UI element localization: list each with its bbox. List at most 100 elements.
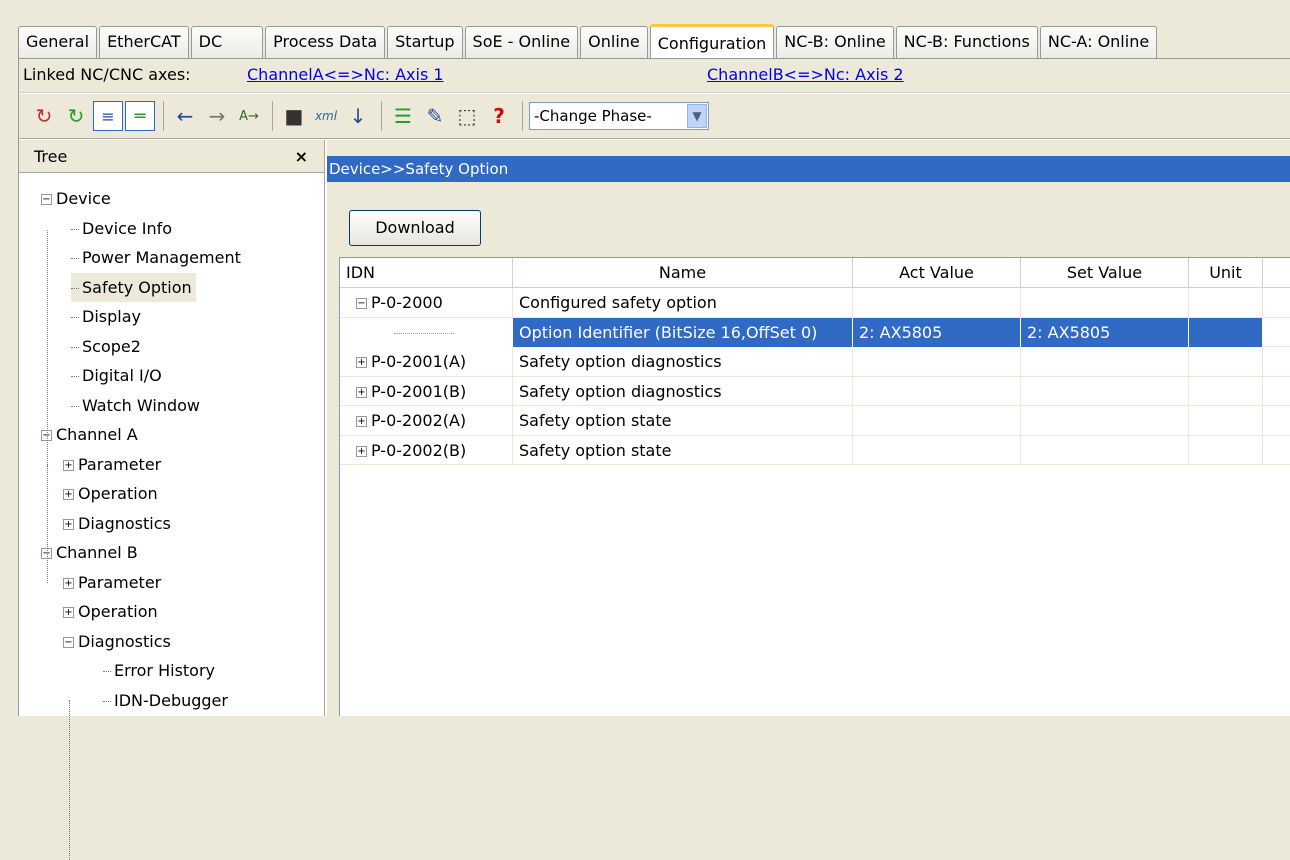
- toolbar: ↻ ↻ ≡ ═ ← → A→ ■ xml ↓ ☰ ✎ ⬚ ? -Change P…: [19, 94, 1290, 139]
- tab-process-data[interactable]: Process Data: [265, 26, 386, 58]
- refresh-green-icon[interactable]: ↻: [61, 101, 91, 131]
- expand-icon[interactable]: +: [356, 416, 367, 427]
- tree-item-label: IDN-Debugger: [114, 690, 228, 710]
- tab-nc-b-functions[interactable]: NC-B: Functions: [895, 26, 1038, 58]
- tree-item[interactable]: Safety Option: [71, 272, 196, 302]
- cell-idn: + P-0-2002(A): [340, 406, 513, 435]
- tree-item-label: Parameter: [78, 454, 162, 474]
- tab-online[interactable]: Online: [580, 26, 648, 58]
- cell-idn: + P-0-2002(B): [340, 435, 513, 465]
- edit-icon[interactable]: ✎: [420, 101, 450, 131]
- select-icon[interactable]: ⬚: [452, 101, 482, 131]
- linked-axes-label: Linked NC/CNC axes:: [23, 65, 191, 84]
- cell-idn: − P-0-2000: [340, 288, 513, 317]
- tree-item[interactable]: + Diagnostics: [63, 509, 171, 538]
- tab-general[interactable]: General: [18, 26, 98, 58]
- table-row[interactable]: + P-0-2002(A) Safety option state: [340, 406, 1290, 436]
- tree-item[interactable]: − Channel A: [41, 420, 138, 449]
- tab-nc-a-online[interactable]: NC-A: Online: [1039, 26, 1158, 58]
- xml-icon[interactable]: xml: [311, 101, 341, 131]
- toolbar-separator: [381, 101, 382, 131]
- table-row[interactable]: + P-0-2002(B) Safety option state: [340, 435, 1290, 465]
- table-row[interactable]: + P-0-2001(B) Safety option diagnostics: [340, 376, 1290, 406]
- expand-icon[interactable]: +: [63, 459, 74, 471]
- cell-act: [853, 435, 1021, 465]
- expand-icon[interactable]: +: [63, 489, 74, 500]
- link-channel-a[interactable]: ChannelA<=>Nc: Axis 1: [247, 65, 444, 84]
- idn-label: P-0-2001(B): [371, 381, 467, 401]
- tab-configuration[interactable]: Configuration: [649, 24, 775, 59]
- tree-item[interactable]: + Parameter: [63, 568, 161, 597]
- chevron-down-icon[interactable]: ▼: [687, 104, 707, 128]
- tree-item-label: Error History: [114, 661, 216, 680]
- checklist-icon[interactable]: ☰: [388, 101, 418, 131]
- download-button[interactable]: Download: [349, 210, 481, 246]
- tree-item[interactable]: + Operation: [63, 597, 158, 626]
- column-header-set-value[interactable]: Set Value: [1021, 258, 1189, 288]
- tree-item-label: Parameter: [78, 572, 162, 592]
- tree-item-label: Channel B: [56, 543, 138, 562]
- tree-item[interactable]: Error History: [103, 656, 215, 685]
- tab-nc-b-online[interactable]: NC-B: Online: [776, 26, 894, 58]
- expand-icon[interactable]: +: [356, 445, 367, 457]
- expand-icon[interactable]: +: [63, 577, 74, 589]
- table-row[interactable]: + P-0-2001(A) Safety option diagnostics: [340, 347, 1290, 377]
- tree-item[interactable]: + Operation: [63, 479, 158, 508]
- tree-item[interactable]: − Channel B: [41, 538, 138, 567]
- tree-view-icon[interactable]: ≡: [93, 101, 123, 131]
- grid-header: IDN Name Act Value Set Value Unit: [340, 258, 1290, 288]
- cell-name: Configured safety option: [513, 288, 853, 317]
- tab-soe-online[interactable]: SoE - Online: [464, 26, 579, 58]
- tree-item[interactable]: Watch Window: [71, 391, 200, 420]
- tree-item[interactable]: Device Info: [71, 214, 172, 243]
- expand-icon[interactable]: +: [63, 518, 74, 530]
- help-icon[interactable]: ?: [484, 101, 514, 131]
- cell-act: [853, 376, 1021, 406]
- change-phase-value: -Change Phase-: [534, 107, 652, 125]
- column-header-idn[interactable]: IDN: [340, 258, 513, 288]
- tree-item[interactable]: Display: [71, 302, 141, 331]
- tree-item[interactable]: Scope2: [71, 332, 141, 361]
- link-channel-b[interactable]: ChannelB<=>Nc: Axis 2: [707, 65, 904, 84]
- split-view-icon[interactable]: ═: [125, 101, 155, 131]
- tree-connector: [71, 346, 79, 348]
- close-icon[interactable]: ×: [295, 147, 308, 166]
- breadcrumb: Device>>Safety Option: [327, 156, 1290, 182]
- cell-name: Safety option diagnostics: [513, 347, 853, 376]
- device-icon[interactable]: ■: [279, 101, 309, 131]
- text-compare-icon[interactable]: A→: [234, 101, 264, 131]
- expand-icon[interactable]: +: [63, 607, 74, 618]
- tree-item[interactable]: − Diagnostics: [63, 627, 171, 656]
- table-row[interactable]: − P-0-2000 Configured safety option: [340, 288, 1290, 318]
- tree-item[interactable]: Digital I/O: [71, 361, 162, 390]
- tree-title: Tree: [34, 147, 68, 166]
- tree-item-label: Operation: [78, 484, 158, 503]
- collapse-icon[interactable]: −: [356, 298, 367, 309]
- download-list-icon[interactable]: ↓: [343, 101, 373, 131]
- cell-set: [1021, 435, 1189, 465]
- tab-startup[interactable]: Startup: [387, 26, 463, 58]
- expand-icon[interactable]: +: [356, 386, 367, 398]
- change-phase-select[interactable]: -Change Phase- ▼: [529, 102, 709, 130]
- tab-dc[interactable]: DC: [190, 26, 264, 58]
- collapse-icon[interactable]: −: [63, 636, 74, 648]
- collapse-icon[interactable]: −: [41, 194, 52, 205]
- tree-item[interactable]: + Parameter: [63, 450, 161, 479]
- column-header-act-value[interactable]: Act Value: [853, 258, 1021, 288]
- idn-label: P-0-2002(B): [371, 440, 467, 460]
- tree-item[interactable]: Power Management: [71, 243, 241, 272]
- column-header-name[interactable]: Name: [513, 258, 853, 288]
- refresh-red-icon[interactable]: ↻: [29, 101, 59, 131]
- expand-icon[interactable]: +: [356, 357, 367, 368]
- tab-ethercat[interactable]: EtherCAT: [99, 26, 189, 58]
- back-arrow-icon[interactable]: ←: [170, 101, 200, 131]
- tree-item-label: Watch Window: [82, 395, 200, 415]
- forward-arrow-icon[interactable]: →: [202, 101, 232, 131]
- parameter-grid: IDN Name Act Value Set Value Unit − P-0-2…: [339, 257, 1290, 716]
- tree-item[interactable]: − Device: [41, 184, 111, 213]
- tree-item[interactable]: IDN-Debugger: [103, 686, 228, 715]
- tree-guide-line: [69, 700, 70, 860]
- cell-name: Safety option state: [513, 406, 853, 435]
- column-header-unit[interactable]: Unit: [1189, 258, 1263, 288]
- table-row[interactable]: Option Identifier (BitSize 16,OffSet 0) 2…: [340, 317, 1290, 347]
